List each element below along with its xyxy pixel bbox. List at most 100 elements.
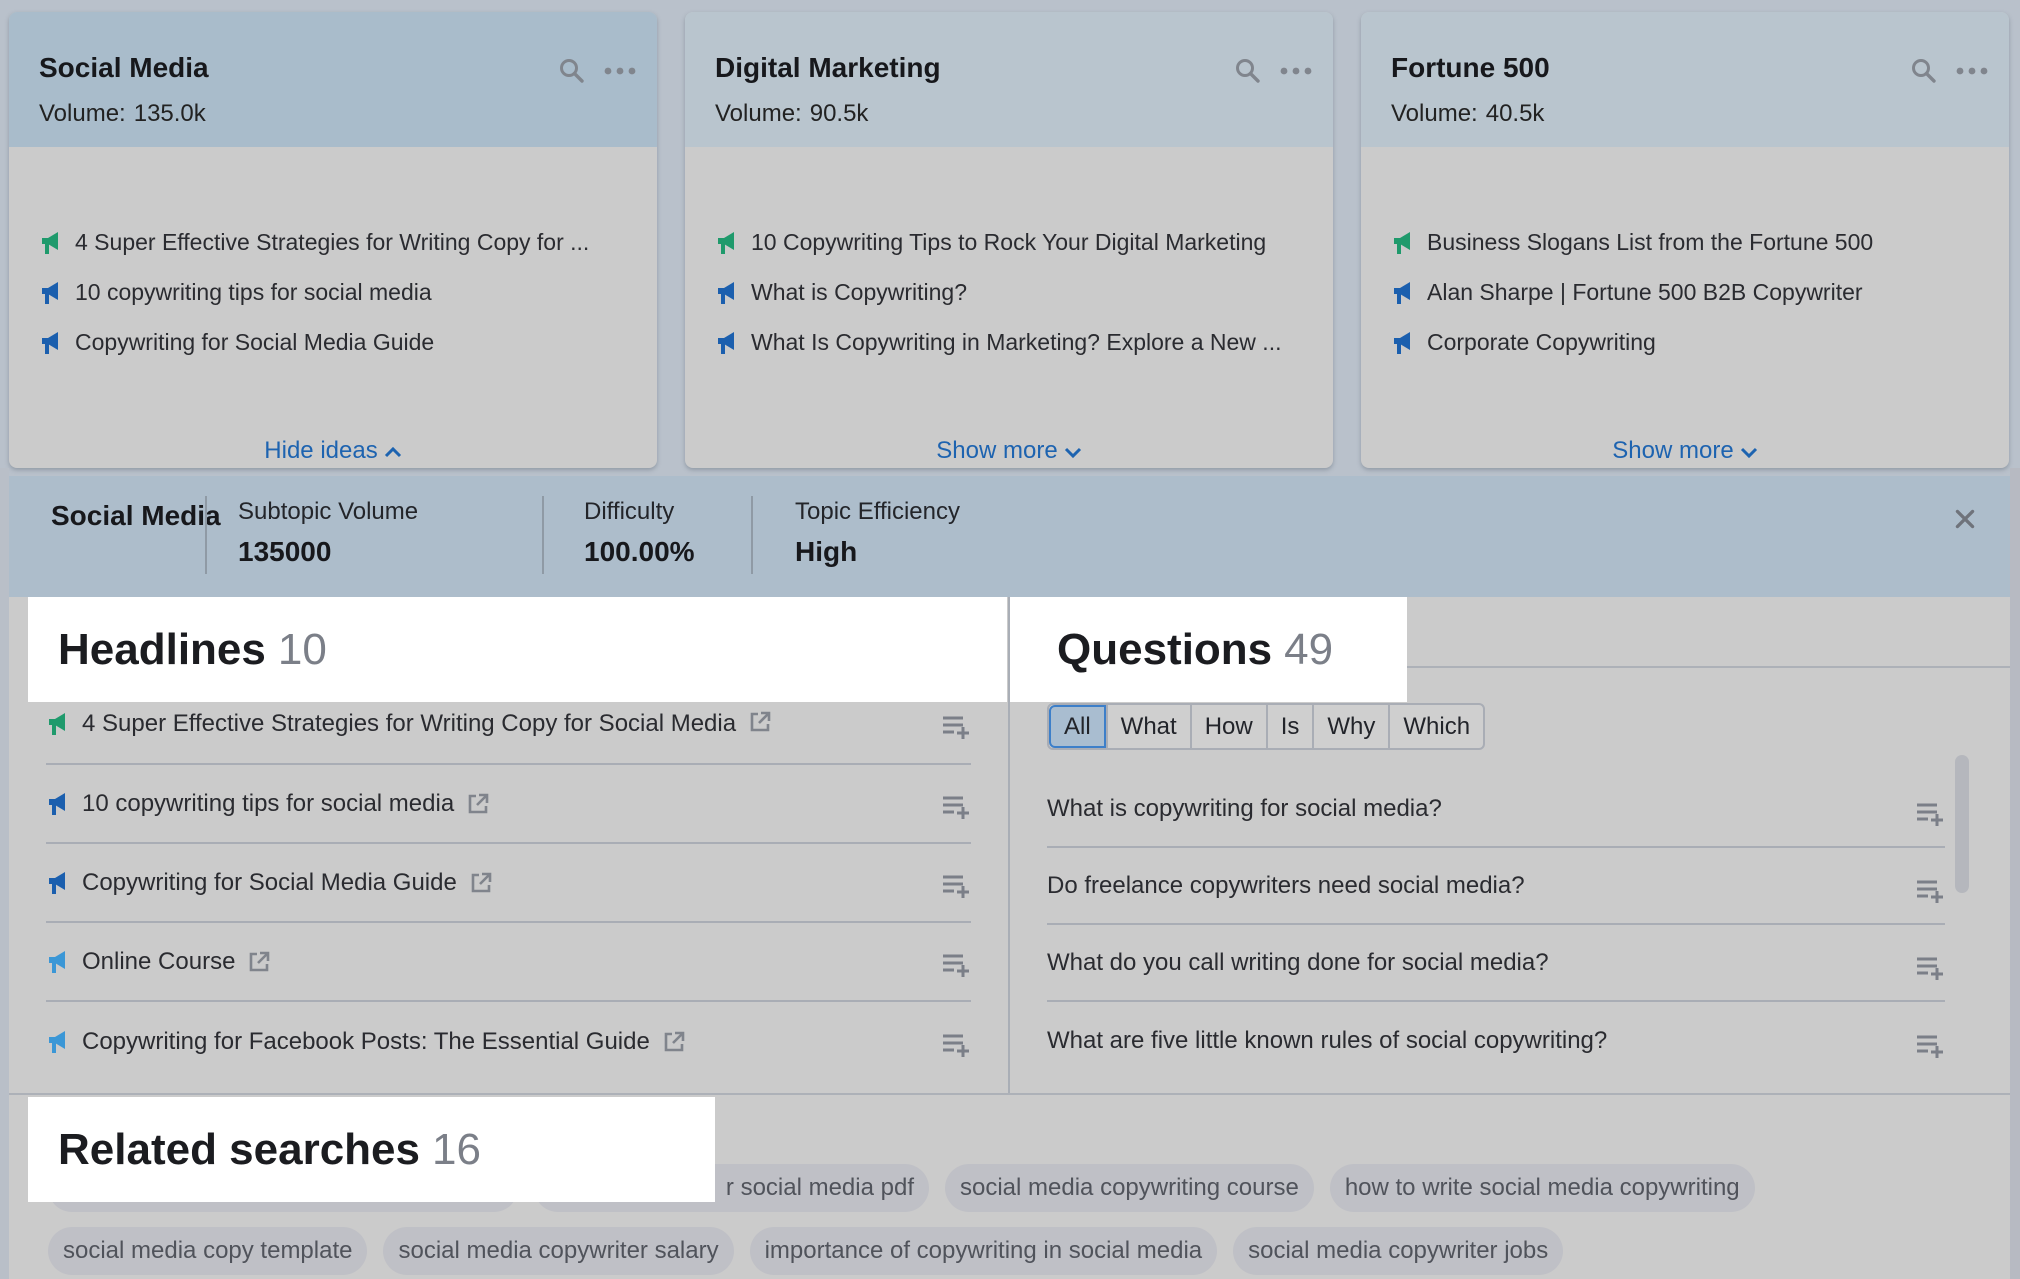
megaphone-icon — [46, 710, 70, 738]
toggle-label: Hide ideas — [264, 437, 378, 464]
add-to-list-icon[interactable] — [1915, 878, 1945, 904]
metric-value: High — [795, 536, 858, 567]
related-searches-title: Related searches — [58, 1124, 420, 1174]
add-to-list-icon[interactable] — [941, 1032, 971, 1058]
external-link-icon[interactable] — [469, 871, 493, 895]
card-idea-item[interactable]: What is Copywriting? — [715, 267, 1313, 317]
question-row[interactable]: What is copywriting for social media? — [1047, 771, 1945, 848]
related-search-chip[interactable]: social media copywriter jobs — [1233, 1227, 1564, 1275]
metric-subtopic-volume: Subtopic Volume 135000 — [238, 498, 418, 568]
related-search-chip[interactable]: social media copy template — [48, 1227, 368, 1275]
card-idea-item[interactable]: 4 Super Effective Strategies for Writing… — [39, 217, 637, 267]
questions-header: Questions 49 — [1010, 597, 1407, 702]
headline-row[interactable]: 4 Super Effective Strategies for Writing… — [46, 702, 971, 765]
filter-is[interactable]: Is — [1265, 705, 1313, 748]
questions-scrollbar[interactable] — [1955, 755, 1969, 893]
topic-card[interactable]: Digital Marketing Volume: 90.5k 10 Copywrit… — [685, 12, 1333, 468]
card-title: Digital Marketing — [715, 52, 941, 83]
add-to-list-icon[interactable] — [1915, 955, 1945, 981]
card-title: Fortune 500 — [1391, 52, 1550, 83]
related-search-chip[interactable]: how to write social media copywriting — [1329, 1164, 1755, 1212]
related-search-chip[interactable]: social media copywriting course — [945, 1164, 1314, 1212]
headlines-count: 10 — [277, 624, 327, 674]
questions-title: Questions — [1057, 624, 1273, 674]
add-to-list-icon[interactable] — [941, 794, 971, 820]
idea-text: Alan Sharpe | Fortune 500 B2B Copywriter — [1427, 278, 1863, 305]
questions-list: What is copywriting for social media? Do … — [1047, 771, 1945, 1079]
filter-all[interactable]: All — [1049, 705, 1106, 748]
headline-row[interactable]: Copywriting for Facebook Posts: The Esse… — [46, 1002, 971, 1081]
filter-why[interactable]: Why — [1312, 705, 1388, 748]
external-link-icon[interactable] — [662, 1030, 686, 1054]
summary-divider — [751, 496, 753, 574]
filter-how[interactable]: How — [1189, 705, 1266, 748]
megaphone-icon — [39, 229, 63, 255]
idea-text: What is Copywriting? — [751, 278, 968, 305]
close-icon[interactable] — [1952, 506, 1978, 532]
megaphone-icon — [715, 279, 739, 305]
card-idea-item[interactable]: 10 Copywriting Tips to Rock Your Digital… — [715, 217, 1313, 267]
external-link-icon[interactable] — [466, 792, 490, 816]
card-idea-item[interactable]: Corporate Copywriting — [1391, 317, 1989, 367]
topic-card[interactable]: Fortune 500 Volume: 40.5k Business Slogans … — [1361, 12, 2009, 468]
megaphone-icon — [715, 229, 739, 255]
section-divider — [9, 1093, 2010, 1095]
question-row[interactable]: Do freelance copywriters need social med… — [1047, 848, 1945, 925]
add-to-list-icon[interactable] — [941, 952, 971, 978]
add-to-list-icon[interactable] — [1915, 801, 1945, 827]
related-search-chip[interactable]: importance of copywriting in social medi… — [749, 1227, 1218, 1275]
add-to-list-icon[interactable] — [941, 873, 971, 899]
card-idea-item[interactable]: Copywriting for Social Media Guide — [39, 317, 637, 367]
idea-text: 4 Super Effective Strategies for Writing… — [75, 228, 590, 255]
summary-topic-title: Social Media — [51, 500, 221, 531]
external-link-icon[interactable] — [247, 950, 271, 974]
idea-text: Corporate Copywriting — [1427, 328, 1656, 355]
more-options-icon[interactable] — [603, 56, 637, 86]
hide-ideas-button[interactable]: Hide ideas — [9, 437, 657, 465]
search-icon[interactable] — [557, 56, 587, 86]
show-more-button[interactable]: Show more — [1361, 437, 2009, 465]
megaphone-icon — [39, 329, 63, 355]
chevron-down-icon — [1058, 437, 1082, 464]
external-link-icon[interactable] — [748, 710, 772, 734]
headlines-header: Headlines 10 — [28, 597, 1007, 702]
headline-row[interactable]: Online Course — [46, 923, 971, 1002]
headline-text: 4 Super Effective Strategies for Writing… — [82, 710, 737, 737]
idea-text: What Is Copywriting in Marketing? Explor… — [751, 328, 1282, 355]
add-to-list-icon[interactable] — [941, 714, 971, 740]
search-icon[interactable] — [1233, 56, 1263, 86]
more-options-icon[interactable] — [1279, 56, 1313, 86]
card-idea-list: 10 Copywriting Tips to Rock Your Digital… — [715, 217, 1313, 367]
megaphone-icon — [46, 1028, 70, 1056]
question-row[interactable]: What do you call writing done for social… — [1047, 925, 1945, 1002]
related-search-chip[interactable]: social media copywriter salary — [383, 1227, 734, 1275]
more-options-icon[interactable] — [1955, 56, 1989, 86]
show-more-button[interactable]: Show more — [685, 437, 1333, 465]
metric-difficulty: Difficulty 100.00% — [584, 498, 695, 568]
filter-which[interactable]: Which — [1388, 705, 1483, 748]
volume-label: Volume: — [715, 100, 802, 127]
topic-card[interactable]: Social Media Volume: 135.0k 4 Super Effecti… — [9, 12, 657, 468]
megaphone-icon — [1391, 229, 1415, 255]
card-idea-item[interactable]: What Is Copywriting in Marketing? Explor… — [715, 317, 1313, 367]
megaphone-icon — [46, 869, 70, 897]
toggle-label: Show more — [936, 437, 1058, 464]
headline-row[interactable]: 10 copywriting tips for social media — [46, 765, 971, 844]
add-to-list-icon[interactable] — [1915, 1033, 1945, 1059]
metric-label: Difficulty — [584, 498, 675, 525]
filter-what[interactable]: What — [1105, 705, 1190, 748]
megaphone-icon — [46, 948, 70, 976]
headline-row[interactable]: Copywriting for Social Media Guide — [46, 844, 971, 923]
question-text: What is copywriting for social media? — [1047, 794, 1442, 822]
search-icon[interactable] — [1909, 56, 1939, 86]
metric-label: Topic Efficiency — [795, 498, 960, 525]
volume-value: 135.0k — [133, 100, 206, 127]
metric-value: 100.00% — [584, 536, 695, 567]
question-text: Do freelance copywriters need social med… — [1047, 871, 1525, 899]
chevron-up-icon — [378, 437, 402, 464]
volume-value: 90.5k — [809, 100, 869, 127]
card-idea-item[interactable]: 10 copywriting tips for social media — [39, 267, 637, 317]
question-row[interactable]: What are five little known rules of soci… — [1047, 1002, 1945, 1079]
card-idea-item[interactable]: Business Slogans List from the Fortune 5… — [1391, 217, 1989, 267]
card-idea-item[interactable]: Alan Sharpe | Fortune 500 B2B Copywriter — [1391, 267, 1989, 317]
